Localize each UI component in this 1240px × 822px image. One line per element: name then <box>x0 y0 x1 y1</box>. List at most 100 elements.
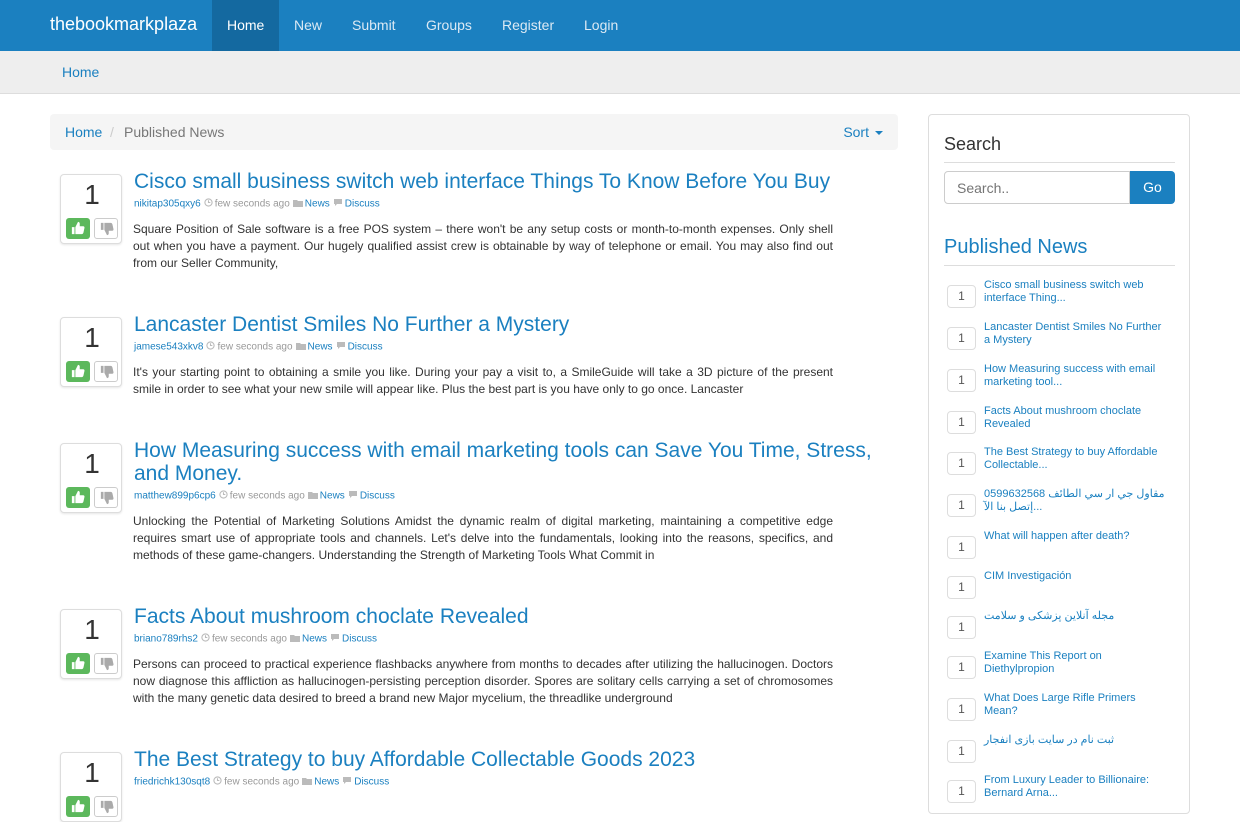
published-news-heading[interactable]: Published News <box>944 236 1087 259</box>
sort-dropdown-button[interactable]: Sort <box>843 124 883 140</box>
post-excerpt: Persons can proceed to practical experie… <box>133 657 833 705</box>
vote-box: 1 <box>60 317 122 387</box>
vote-count: 1 <box>84 757 100 788</box>
vote-count-badge: 1 <box>947 369 976 392</box>
vote-count-badge: 1 <box>947 494 976 517</box>
post-excerpt: Unlocking the Potential of Marketing Sol… <box>133 514 833 562</box>
clock-icon <box>201 633 210 645</box>
vote-count-badge: 1 <box>947 536 976 559</box>
post-category-link[interactable]: News <box>308 342 333 353</box>
published-news-link[interactable]: ثبت نام در سایت بازی انفجار <box>984 734 1169 747</box>
sidebar: Search Go Published News 1 Cisco small bu… <box>928 114 1190 814</box>
post-time: few seconds ago <box>217 341 293 353</box>
post-title-link[interactable]: The Best Strategy to buy Affordable Coll… <box>134 748 894 771</box>
vote-count-badge: 1 <box>947 740 976 763</box>
upvote-button[interactable] <box>66 361 90 382</box>
post-time: few seconds ago <box>224 776 300 788</box>
post-category-link[interactable]: News <box>305 199 330 210</box>
published-news-link[interactable]: The Best Strategy to buy Affordable Coll… <box>984 446 1169 472</box>
post-title-link[interactable]: Lancaster Dentist Smiles No Further a My… <box>134 313 894 336</box>
header-home-link[interactable]: Home <box>62 64 99 80</box>
post-author-link[interactable]: friedrichk130sqt8 <box>134 777 210 788</box>
site-brand[interactable]: thebookmarkplaza <box>50 14 197 35</box>
folder-icon <box>302 777 313 788</box>
post-discuss-link[interactable]: Discuss <box>342 634 377 645</box>
comment-icon <box>342 776 352 788</box>
vote-count: 1 <box>84 179 100 210</box>
divider <box>944 162 1175 163</box>
post-author-link[interactable]: jamese543xkv8 <box>134 342 203 353</box>
page-header-band: Home <box>0 51 1240 94</box>
published-news-link[interactable]: Facts About mushroom choclate Revealed <box>984 405 1169 431</box>
sort-label: Sort <box>843 124 869 140</box>
published-news-link[interactable]: What Does Large Rifle Primers Mean? <box>984 692 1169 718</box>
published-news-link[interactable]: Cisco small business switch web interfac… <box>984 279 1169 305</box>
post-category-link[interactable]: News <box>314 777 339 788</box>
clock-icon <box>213 776 222 788</box>
vote-box: 1 <box>60 752 122 822</box>
folder-icon <box>290 634 300 645</box>
post-meta: matthew899p6cp6 few seconds ago News Discus… <box>134 490 395 502</box>
comment-icon <box>336 341 346 353</box>
search-go-button[interactable]: Go <box>1130 171 1175 204</box>
upvote-button[interactable] <box>66 653 90 674</box>
post-title-link[interactable]: Cisco small business switch web interfac… <box>134 170 894 193</box>
published-news-link[interactable]: 0599632568 مقاول جي ار سي الطائف إتصل بن… <box>984 488 1169 514</box>
post-discuss-link[interactable]: Discuss <box>348 342 383 353</box>
nav-new[interactable]: New <box>279 0 337 51</box>
nav-groups[interactable]: Groups <box>411 0 487 51</box>
nav-login[interactable]: Login <box>569 0 633 51</box>
search-heading: Search <box>944 134 1002 154</box>
published-news-link[interactable]: مجله آنلاین پزشکی و سلامت <box>984 610 1169 623</box>
nav-home[interactable]: Home <box>212 0 280 51</box>
post-author-link[interactable]: briano789rhs2 <box>134 634 198 645</box>
post-time: few seconds ago <box>211 633 287 645</box>
vote-count: 1 <box>84 448 100 479</box>
post-title-link[interactable]: How Measuring success with email marketi… <box>134 439 894 485</box>
published-news-link[interactable]: From Luxury Leader to Billionaire: Berna… <box>984 774 1169 800</box>
caret-down-icon <box>875 131 883 136</box>
clock-icon <box>206 341 216 353</box>
post-meta: nikitap305qxy6 few seconds ago News Discuss <box>134 198 380 210</box>
upvote-button[interactable] <box>66 796 90 817</box>
downvote-button[interactable] <box>94 361 118 382</box>
post-title-link[interactable]: Facts About mushroom choclate Revealed <box>134 605 894 628</box>
vote-count: 1 <box>84 322 100 353</box>
published-news-link[interactable]: Lancaster Dentist Smiles No Further a My… <box>984 321 1169 347</box>
upvote-button[interactable] <box>66 487 90 508</box>
published-news-link[interactable]: How Measuring success with email marketi… <box>984 363 1169 389</box>
post-meta: friedrichk130sqt8 few seconds ago News Disc… <box>134 776 389 788</box>
top-navbar: thebookmarkplaza Home New Submit Groups … <box>0 0 1240 51</box>
comment-icon <box>330 633 340 645</box>
downvote-button[interactable] <box>94 796 118 817</box>
post-discuss-link[interactable]: Discuss <box>354 777 389 788</box>
post-meta: jamese543xkv8 few seconds ago News Discuss <box>134 341 383 353</box>
post-discuss-link[interactable]: Discuss <box>360 491 395 502</box>
published-news-link[interactable]: CIM Investigación <box>984 570 1169 583</box>
downvote-button[interactable] <box>94 218 118 239</box>
downvote-button[interactable] <box>94 487 118 508</box>
upvote-button[interactable] <box>66 218 90 239</box>
post-category-link[interactable]: News <box>302 634 327 645</box>
comment-icon <box>348 490 358 502</box>
vote-count-badge: 1 <box>947 656 976 679</box>
vote-box: 1 <box>60 174 122 244</box>
search-input[interactable] <box>944 171 1130 204</box>
breadcrumb-current: Published News <box>124 124 225 140</box>
post-category-link[interactable]: News <box>320 491 345 502</box>
published-news-link[interactable]: What will happen after death? <box>984 530 1169 543</box>
post-author-link[interactable]: nikitap305qxy6 <box>134 199 201 210</box>
nav-submit[interactable]: Submit <box>337 0 411 51</box>
folder-icon <box>292 199 303 210</box>
post-excerpt: It's your starting point to obtaining a … <box>133 365 833 396</box>
downvote-button[interactable] <box>94 653 118 674</box>
comment-icon <box>333 198 343 210</box>
folder-icon <box>295 342 306 353</box>
published-news-link[interactable]: Examine This Report on Diethylpropion <box>984 650 1169 676</box>
breadcrumb-separator: / <box>110 124 114 140</box>
nav-register[interactable]: Register <box>487 0 569 51</box>
post-excerpt: Square Position of Sale software is a fr… <box>133 222 833 270</box>
post-discuss-link[interactable]: Discuss <box>345 199 380 210</box>
breadcrumb-home-link[interactable]: Home <box>65 124 102 140</box>
post-author-link[interactable]: matthew899p6cp6 <box>134 491 216 502</box>
